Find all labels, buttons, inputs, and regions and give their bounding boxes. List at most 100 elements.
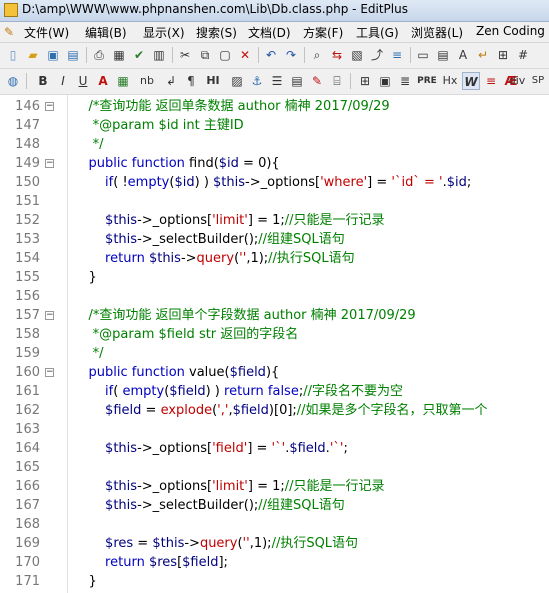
code-line[interactable]: 150 if( !empty($id) ) $this->_options['w… [0, 173, 549, 192]
css-icon[interactable]: ≡ [482, 72, 500, 90]
w-toggle-icon[interactable]: W [462, 72, 480, 90]
find-icon[interactable]: ⌕ [308, 46, 326, 64]
anchor-icon[interactable]: ⚓ [248, 72, 266, 90]
code-text: return $this->query('',1);//执行SQL语句 [72, 249, 355, 268]
table-icon[interactable]: ▤ [288, 72, 306, 90]
line-number: 159 [15, 346, 40, 361]
open-file-icon[interactable]: ▰ [24, 46, 42, 64]
menu-zen-coding[interactable]: Zen Coding [476, 24, 545, 38]
code-line[interactable]: 155 } [0, 268, 549, 287]
div-button[interactable]: div [506, 72, 528, 90]
code-line[interactable]: 147 *@param $id int 主键ID [0, 116, 549, 135]
code-line[interactable]: 146− /*查询功能 返回单条数据 author 楠神 2017/09/29 [0, 97, 549, 116]
line-number: 155 [15, 270, 40, 285]
indent-icon[interactable]: ≡ [388, 46, 406, 64]
menu-view[interactable]: 显示(X) [143, 24, 185, 41]
find-in-files-icon[interactable]: ▧ [348, 46, 366, 64]
color-grid-icon[interactable]: ▦ [114, 72, 132, 90]
code-line[interactable]: 162 $field = explode(',',$field)[0];//如果… [0, 401, 549, 420]
menu-document[interactable]: 文档(D) [248, 24, 291, 41]
center-icon[interactable]: ≣ [396, 72, 414, 90]
code-line[interactable]: 153 $this->_selectBuilder();//组建SQL语句 [0, 230, 549, 249]
menu-edit[interactable]: 编辑(B) [85, 24, 127, 41]
paste-icon[interactable]: ▢ [216, 46, 234, 64]
code-line[interactable]: 171 } [0, 572, 549, 591]
copy-icon[interactable]: ⧉ [196, 46, 214, 64]
code-line[interactable]: 156 [0, 287, 549, 306]
code-line[interactable]: 148 */ [0, 135, 549, 154]
redo-icon[interactable]: ↷ [282, 46, 300, 64]
browser-icon[interactable]: ◍ [4, 72, 22, 90]
clip-icon[interactable]: ▥ [150, 46, 168, 64]
code-line[interactable]: 165 [0, 458, 549, 477]
code-token: -> [180, 251, 197, 266]
code-line[interactable]: 167 $this->_selectBuilder();//组建SQL语句 [0, 496, 549, 515]
image-icon[interactable]: ▨ [228, 72, 246, 90]
menu-browser[interactable]: 浏览器(L) [411, 24, 463, 41]
print-icon[interactable]: ⎙ [90, 46, 108, 64]
code-line[interactable]: 152 $this->_options['limit'] = 1;//只能是一行… [0, 211, 549, 230]
fold-toggle-icon[interactable]: − [45, 159, 54, 168]
print-preview-icon[interactable]: ▦ [110, 46, 128, 64]
code-line[interactable]: 154 return $this->query('',1);//执行SQL语句 [0, 249, 549, 268]
menu-file[interactable]: 文件(W) [24, 24, 69, 41]
save-icon[interactable]: ▣ [44, 46, 62, 64]
code-text: *@param $field str 返回的字段名 [72, 325, 299, 344]
code-line[interactable]: 151 [0, 192, 549, 211]
directory-icon[interactable]: ▤ [434, 46, 452, 64]
new-file-icon[interactable]: ▯ [4, 46, 22, 64]
fold-toggle-icon[interactable]: − [45, 102, 54, 111]
code-line[interactable]: 159 */ [0, 344, 549, 363]
wordwrap-icon[interactable]: ↵ [474, 46, 492, 64]
code-editor[interactable]: 146− /*查询功能 返回单条数据 author 楠神 2017/09/29 1… [0, 95, 549, 593]
code-token: $this [72, 213, 138, 228]
goto-icon[interactable]: ⤴ [368, 46, 386, 64]
code-line[interactable]: 158 *@param $field str 返回的字段名 [0, 325, 549, 344]
comment-icon[interactable]: ✎ [308, 72, 326, 90]
code-line[interactable]: 168 [0, 515, 549, 534]
pre-button[interactable]: PRE [416, 72, 438, 90]
cut-icon[interactable]: ✂ [176, 46, 194, 64]
bold-button[interactable]: B [34, 72, 52, 90]
code-line[interactable]: 149− public function find($id = 0){ [0, 154, 549, 173]
save-all-icon[interactable]: ▤ [64, 46, 82, 64]
code-token: //字段名不要为空 [303, 384, 403, 399]
nbsp-button[interactable]: nb [136, 72, 158, 90]
code-line[interactable]: 170 return $res[$field]; [0, 553, 549, 572]
menu-tools[interactable]: 工具(G) [356, 24, 399, 41]
code-text: /*查询功能 返回单个字段数据 author 楠神 2017/09/29 [72, 306, 416, 325]
linenum-icon[interactable]: # [514, 46, 532, 64]
delete-icon[interactable]: ✕ [236, 46, 254, 64]
code-token: ] = 1; [247, 213, 285, 228]
font-color-button[interactable]: A [94, 72, 112, 90]
list-icon[interactable]: ☰ [268, 72, 286, 90]
fold-toggle-icon[interactable]: − [45, 311, 54, 320]
paragraph-button[interactable]: ¶ [182, 72, 200, 90]
menu-search[interactable]: 搜索(S) [196, 24, 237, 41]
form-icon[interactable]: ⌸ [328, 72, 346, 90]
italic-button[interactable]: I [54, 72, 72, 90]
spellcheck-icon[interactable]: ✔ [130, 46, 148, 64]
underline-button[interactable]: U [74, 72, 92, 90]
cliptext-icon[interactable]: A [454, 46, 472, 64]
span-button[interactable]: SP [528, 72, 548, 90]
frame-icon[interactable]: ▣ [376, 72, 394, 90]
ruler-icon[interactable]: ⊞ [494, 46, 512, 64]
menu-project[interactable]: 方案(F) [303, 24, 343, 41]
fullscreen-icon[interactable]: ▭ [414, 46, 432, 64]
code-line[interactable]: 169 $res = $this->query('',1);//执行SQL语句 [0, 534, 549, 553]
code-line[interactable]: 166 $this->_options['limit'] = 1;//只能是一行… [0, 477, 549, 496]
replace-icon[interactable]: ⇆ [328, 46, 346, 64]
code-line[interactable]: 163 [0, 420, 549, 439]
hr-button[interactable]: HI [202, 72, 224, 90]
break-icon[interactable]: ↲ [162, 72, 180, 90]
table-grid-icon[interactable]: ⊞ [356, 72, 374, 90]
code-line[interactable]: 160− public function value($field){ [0, 363, 549, 382]
undo-icon[interactable]: ↶ [262, 46, 280, 64]
fold-toggle-icon[interactable]: − [45, 368, 54, 377]
code-line[interactable]: 161 if( empty($field) ) return false;//字… [0, 382, 549, 401]
code-line[interactable]: 157− /*查询功能 返回单个字段数据 author 楠神 2017/09/2… [0, 306, 549, 325]
code-line[interactable]: 164 $this->_options['field'] = '`'.$fiel… [0, 439, 549, 458]
code-token: $this [152, 536, 185, 551]
hx-button[interactable]: Hx [440, 72, 460, 90]
